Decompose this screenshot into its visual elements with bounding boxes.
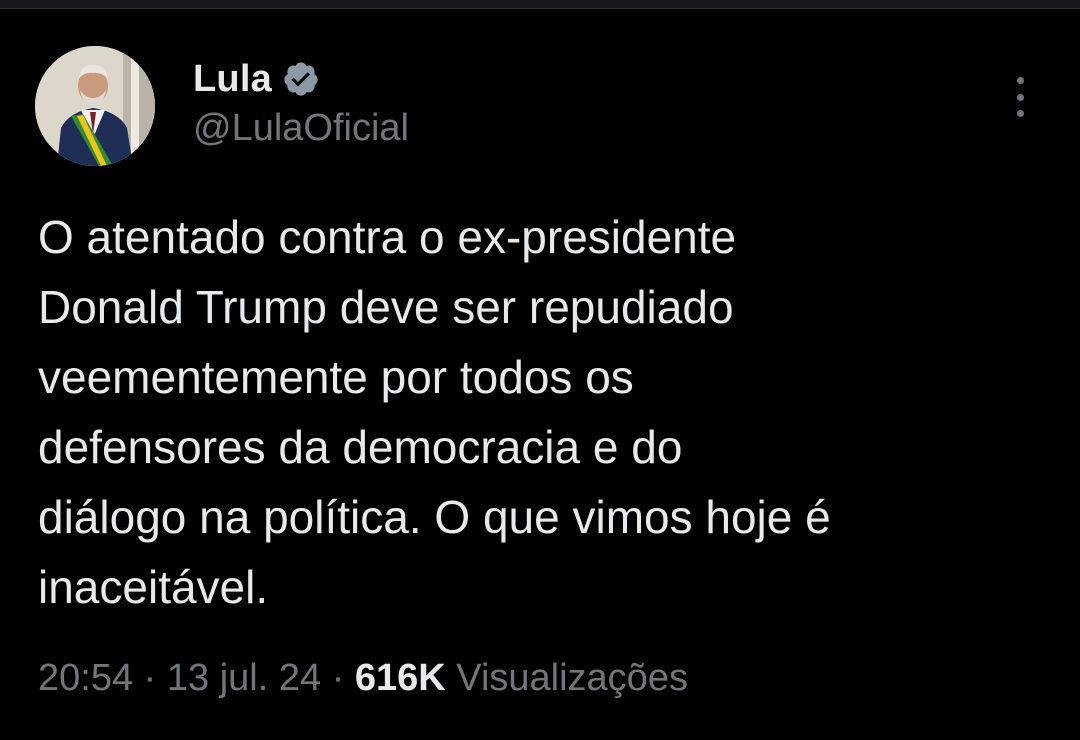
tweet-text-line: diálogo na política. O que vimos hoje é xyxy=(38,491,831,543)
dot xyxy=(1016,110,1024,117)
profile-photo xyxy=(35,46,155,166)
tweet-text-line: O atentado contra o ex-presidente xyxy=(38,211,737,263)
tweet-text-line: defensores da democracia e do xyxy=(38,421,683,473)
tweet-date[interactable]: 13 jul. 24 xyxy=(167,657,321,699)
handle[interactable]: @LulaOficial xyxy=(193,107,409,150)
views-label: Visualizações xyxy=(456,657,688,699)
verified-badge-icon[interactable] xyxy=(282,60,320,98)
separator: · xyxy=(143,657,157,699)
name-row: Lula xyxy=(193,57,409,101)
top-divider xyxy=(0,0,1080,9)
author-info: Lula @LulaOficial xyxy=(193,57,409,150)
tweet-metadata: 20:54 · 13 jul. 24 · 616K Visualizações xyxy=(38,657,688,700)
tweet-detail: Lula @LulaOficial O atentado contra o ex… xyxy=(0,9,1080,740)
avatar[interactable] xyxy=(35,46,155,166)
display-name[interactable]: Lula xyxy=(193,58,272,101)
tweet-text: O atentado contra o ex-presidente Donald… xyxy=(38,202,1048,622)
tweet-text-line: inaceitável. xyxy=(38,561,269,613)
tweet-time[interactable]: 20:54 xyxy=(38,657,133,699)
dot xyxy=(1016,77,1024,84)
tweet-text-line: veementemente por todos os xyxy=(38,351,634,403)
more-vertical-icon[interactable] xyxy=(1008,77,1032,117)
dot xyxy=(1016,93,1024,101)
tweet-text-line: Donald Trump deve ser repudiado xyxy=(38,281,734,333)
separator: · xyxy=(331,657,345,699)
views-count: 616K xyxy=(354,657,446,699)
